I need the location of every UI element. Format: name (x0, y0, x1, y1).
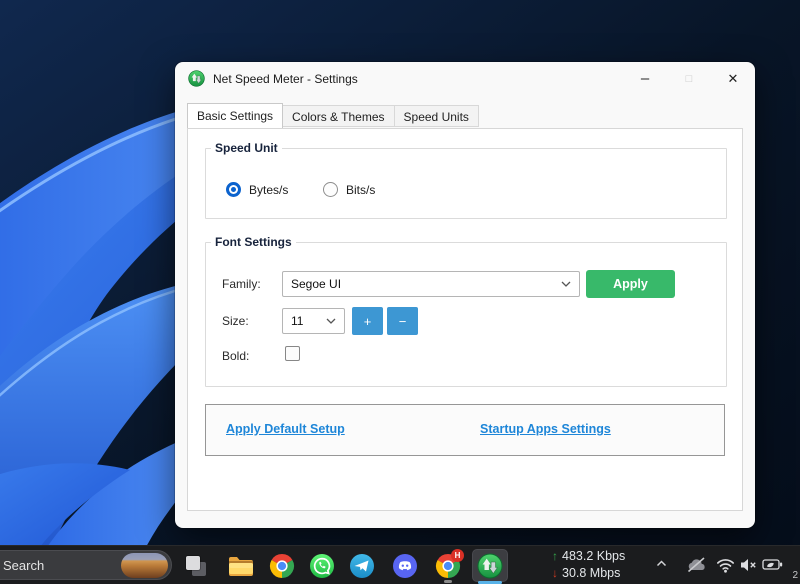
show-hidden-icons-button[interactable] (655, 559, 668, 568)
chevron-down-icon (326, 318, 336, 324)
volume-tray-button[interactable] (740, 558, 758, 572)
footer-links-box: Apply Default Setup Startup Apps Setting… (205, 404, 725, 456)
minimize-button[interactable]: – (623, 62, 667, 95)
search-label: Search (3, 558, 44, 573)
chevron-down-icon (561, 281, 571, 287)
radio-selected-icon (226, 182, 241, 197)
net-speed-meter-icon (477, 553, 503, 579)
decrease-size-button[interactable]: − (387, 307, 418, 335)
net-speed-meter-button[interactable] (472, 549, 508, 582)
upload-speed: 483.2 Kbps (562, 548, 625, 565)
bold-checkbox[interactable] (285, 346, 300, 361)
close-button[interactable]: ✕ (711, 62, 755, 95)
radio-bits-label: Bits/s (346, 183, 375, 197)
speed-unit-legend: Speed Unit (211, 141, 282, 155)
font-size-combobox[interactable]: 11 (282, 308, 345, 334)
chrome-profile-h-button[interactable]: H (435, 553, 461, 579)
onedrive-tray-button[interactable] (686, 557, 707, 573)
tab-speed-units[interactable]: Speed Units (395, 105, 479, 127)
bold-label: Bold: (222, 349, 249, 363)
font-family-value: Segoe UI (291, 277, 341, 291)
download-arrow-icon: ↓ (552, 565, 558, 582)
speed-unit-group: Speed Unit Bytes/s Bits/s (205, 141, 727, 219)
size-label: Size: (222, 314, 249, 328)
taskbar: Search (0, 545, 800, 584)
net-speed-readout[interactable]: ↑ 483.2 Kbps ↓ 30.8 Mbps (552, 548, 625, 581)
download-speed: 30.8 Mbps (562, 565, 620, 582)
telegram-icon (349, 553, 375, 579)
apply-default-setup-link[interactable]: Apply Default Setup (226, 422, 345, 436)
upload-arrow-icon: ↑ (552, 548, 558, 565)
telegram-button[interactable] (349, 553, 375, 579)
taskbar-search[interactable]: Search (0, 550, 172, 580)
font-size-value: 11 (291, 314, 303, 328)
discord-button[interactable] (392, 553, 418, 579)
chrome-icon (269, 553, 295, 579)
radio-bytes-per-s[interactable]: Bytes/s (226, 182, 288, 197)
net-speed-meter-app-icon (188, 70, 205, 87)
maximize-button[interactable]: □ (667, 62, 711, 95)
window-controls: – □ ✕ (623, 62, 755, 95)
active-app-indicator (478, 581, 502, 584)
onedrive-paused-cloud-icon (686, 557, 707, 573)
font-settings-legend: Font Settings (211, 235, 296, 249)
bing-daily-image (121, 553, 168, 578)
running-indicator (444, 580, 452, 583)
tab-page-basic-settings: Speed Unit Bytes/s Bits/s Font Settings … (187, 128, 743, 511)
startup-apps-settings-link[interactable]: Startup Apps Settings (480, 422, 611, 436)
whatsapp-button[interactable] (309, 553, 335, 579)
wifi-tray-button[interactable] (716, 557, 735, 573)
tab-strip: Basic Settings Colors & Themes Speed Uni… (187, 103, 479, 127)
discord-icon (392, 553, 418, 579)
window-titlebar[interactable]: Net Speed Meter - Settings – □ ✕ (175, 62, 755, 95)
chrome-button[interactable] (269, 553, 295, 579)
tab-basic-settings[interactable]: Basic Settings (187, 103, 283, 128)
file-explorer-button[interactable] (228, 553, 254, 579)
folder-icon (228, 554, 254, 578)
clock-fragment[interactable]: 2 (792, 570, 798, 581)
family-label: Family: (222, 277, 261, 291)
profile-badge: H (451, 549, 464, 562)
battery-saver-icon (762, 558, 783, 571)
radio-bytes-label: Bytes/s (249, 183, 288, 197)
tab-colors-themes[interactable]: Colors & Themes (283, 105, 394, 127)
volume-muted-icon (740, 558, 758, 572)
chevron-up-icon (655, 559, 668, 568)
radio-unselected-icon (323, 182, 338, 197)
increase-size-button[interactable]: + (352, 307, 383, 335)
settings-window: Net Speed Meter - Settings – □ ✕ Basic S… (175, 62, 755, 528)
wifi-icon (716, 557, 735, 573)
overlapping-windows-app-button[interactable] (183, 553, 209, 579)
radio-bits-per-s[interactable]: Bits/s (323, 182, 375, 197)
font-family-combobox[interactable]: Segoe UI (282, 271, 580, 297)
desktop: Net Speed Meter - Settings – □ ✕ Basic S… (0, 0, 800, 584)
apply-button[interactable]: Apply (586, 270, 675, 298)
window-title: Net Speed Meter - Settings (213, 72, 358, 86)
whatsapp-icon (309, 553, 335, 579)
font-settings-group: Font Settings Family: Segoe UI Apply Siz… (205, 235, 727, 387)
battery-tray-button[interactable] (762, 558, 783, 571)
overlapping-squares-icon (183, 553, 209, 579)
